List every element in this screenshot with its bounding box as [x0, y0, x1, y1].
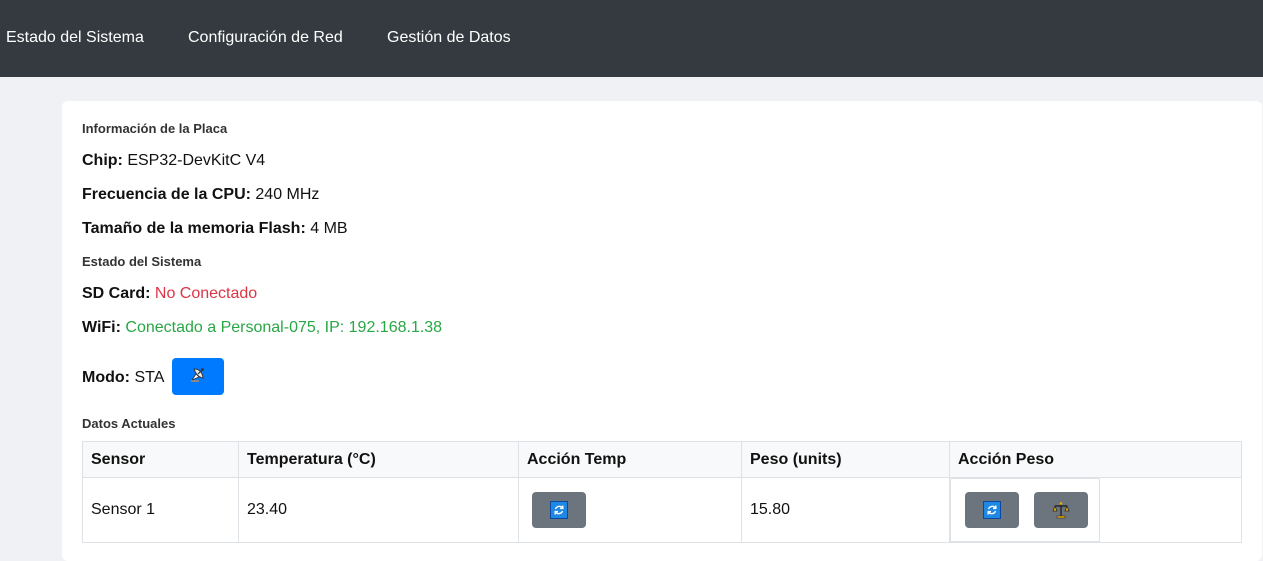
- refresh-icon: [983, 500, 1001, 519]
- system-status-title: Estado del Sistema: [82, 254, 202, 269]
- chip-value: ESP32-DevKitC V4: [127, 152, 266, 169]
- mode-line: Modo: STA: [82, 369, 164, 387]
- sd-status-value: No Conectado: [154, 285, 258, 302]
- tare-scale-button[interactable]: [1034, 491, 1088, 528]
- temperature-cell: 23.40: [238, 477, 519, 543]
- weight-action-cell: [949, 477, 1242, 543]
- col-peso: Peso (units): [741, 441, 950, 478]
- sd-label: SD Card:: [82, 285, 151, 302]
- flash-line: Tamaño de la memoria Flash: 4 MB: [82, 220, 348, 238]
- nav-estado-sistema[interactable]: Estado del Sistema: [6, 29, 144, 47]
- refresh-weight-button[interactable]: [965, 491, 1019, 528]
- mode-label: Modo:: [82, 369, 130, 386]
- chip-label: Chip:: [82, 152, 123, 169]
- weight-cell: 15.80: [741, 477, 950, 543]
- col-accion-temp: Acción Temp: [518, 441, 742, 478]
- navbar: Estado del Sistema Configuración de Red …: [0, 0, 1263, 77]
- flash-label: Tamaño de la memoria Flash:: [82, 220, 306, 237]
- satellite-antenna-icon: [188, 365, 208, 388]
- refresh-temp-button[interactable]: [532, 492, 586, 528]
- weight-action-group: [950, 477, 1100, 542]
- col-accion-peso: Acción Peso: [949, 441, 1242, 478]
- refresh-icon: [550, 501, 568, 519]
- nav-gestion-datos[interactable]: Gestión de Datos: [387, 29, 511, 47]
- cpu-value: 240 MHz: [255, 186, 320, 203]
- cpu-line: Frecuencia de la CPU: 240 MHz: [82, 186, 319, 204]
- cpu-label: Frecuencia de la CPU:: [82, 186, 251, 203]
- current-data-title: Datos Actuales: [82, 416, 176, 431]
- col-sensor: Sensor: [82, 441, 239, 478]
- mode-value: STA: [134, 369, 165, 386]
- scale-icon: [1051, 500, 1071, 520]
- sd-line: SD Card: No Conectado: [82, 285, 257, 303]
- sensor-name-cell: Sensor 1: [82, 477, 239, 543]
- temp-action-cell: [518, 477, 742, 543]
- wifi-line: WiFi: Conectado a Personal-075, IP: 192.…: [82, 319, 442, 337]
- table-row: Sensor 1 23.40 15.80: [82, 477, 1242, 543]
- toggle-mode-button[interactable]: [172, 358, 224, 395]
- wifi-label: WiFi:: [82, 319, 121, 336]
- col-temperatura: Temperatura (°C): [238, 441, 519, 478]
- nav-configuracion-red[interactable]: Configuración de Red: [188, 29, 343, 47]
- status-card: Información de la Placa Chip: ESP32-DevK…: [62, 101, 1262, 561]
- chip-line: Chip: ESP32-DevKitC V4: [82, 152, 265, 170]
- flash-value: 4 MB: [310, 220, 348, 237]
- sensor-data-table: Sensor Temperatura (°C) Acción Temp Peso…: [82, 441, 1242, 543]
- board-info-title: Información de la Placa: [82, 121, 228, 136]
- wifi-status-value: Conectado a Personal-075, IP: 192.168.1.…: [125, 319, 443, 336]
- table-header-row: Sensor Temperatura (°C) Acción Temp Peso…: [82, 441, 1242, 478]
